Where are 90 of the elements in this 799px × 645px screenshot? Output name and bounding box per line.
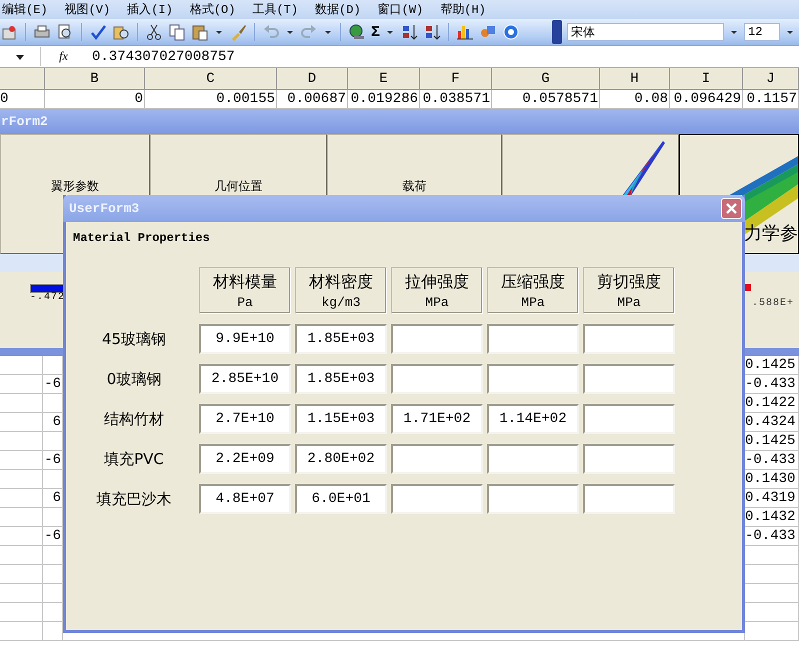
value-field[interactable] [583,404,675,434]
value-field[interactable] [487,324,579,354]
close-button[interactable] [721,198,742,219]
close-icon [725,202,738,215]
table-cell: 0 [0,90,45,108]
column-unit: kg/m3 [321,294,360,310]
value-field[interactable] [583,324,675,354]
sort-ascending-icon[interactable] [400,23,418,41]
table-cell: 0.096429 [670,90,743,108]
value-field[interactable] [583,364,675,394]
help-icon[interactable] [502,23,520,41]
row-label: 填充PVC [103,448,165,470]
value-field[interactable] [487,364,579,394]
column-header[interactable]: I [670,68,743,89]
column-header[interactable]: G [492,68,600,89]
function-label[interactable]: fx [41,49,86,64]
table-cell: 0.0578571 [492,90,600,108]
menu-item[interactable]: 插入(I) [125,1,175,18]
bar-chart-icon[interactable] [456,23,474,41]
value-field[interactable] [391,444,483,474]
value-field[interactable] [391,324,483,354]
menu-item[interactable]: 格式(O) [188,1,238,18]
menu-item[interactable]: 帮助(H) [438,1,488,18]
table-cell: 0.08 [600,90,670,108]
column-unit: MPa [521,294,545,310]
value-field[interactable]: 1.85E+03 [295,364,387,394]
column-header[interactable]: H [600,68,670,89]
value-field[interactable] [391,484,483,514]
row-label: 45玻璃钢 [100,328,168,350]
legend-swatch [30,284,66,293]
value-field[interactable]: 1.85E+03 [295,324,387,354]
legend-label: -.472 [30,292,66,303]
font-size-field[interactable]: 12 [744,23,780,41]
value-field[interactable]: 6.0E+01 [295,484,387,514]
table-cell: 0.019286 [348,90,420,108]
column-header[interactable]: C [145,68,277,89]
column-header[interactable]: J [743,68,799,89]
column-name: 材料密度 [309,272,373,292]
menu-item[interactable]: 工具(T) [250,1,300,18]
menu-item[interactable]: 视图(V) [62,1,112,18]
column-unit: MPa [617,294,641,310]
value-field[interactable]: 1.71E+02 [391,404,483,434]
row-label: 结构竹材 [103,408,165,430]
column-name: 压缩强度 [501,272,565,292]
value-field[interactable]: 2.80E+02 [295,444,387,474]
sum-button[interactable]: Σ [371,24,380,40]
table-cell: 0.00155 [145,90,277,108]
table-cell: 0.00687 [277,90,348,108]
value-field[interactable]: 4.8E+07 [199,484,291,514]
column-name: 材料模量 [213,272,277,292]
globe-icon[interactable] [348,23,366,41]
column-header[interactable]: E [348,68,420,89]
row-label: 填充巴沙木 [96,488,172,510]
copy-icon[interactable] [168,23,186,41]
value-field[interactable]: 1.14E+02 [487,404,579,434]
formula-field[interactable]: 0.374307027008757 [86,48,235,64]
menu-item[interactable]: 编辑(E) [0,1,50,18]
column-header[interactable]: F [420,68,492,89]
value-field[interactable]: 1.15E+03 [295,404,387,434]
value-field[interactable]: 2.2E+09 [199,444,291,474]
menu-item[interactable]: 窗口(W) [376,1,426,18]
menu-item[interactable]: 数据(D) [313,1,363,18]
column-name: 拉伸强度 [405,272,469,292]
sort-descending-icon[interactable] [423,23,442,41]
column-name: 剪切强度 [597,272,661,292]
font-name-field[interactable]: 宋体 [567,23,724,41]
value-field[interactable] [583,444,675,474]
window-title: rForm2 [0,109,799,134]
paste-icon[interactable] [191,23,209,41]
spelling-icon[interactable] [89,23,107,41]
value-field[interactable] [487,444,579,474]
column-header[interactable]: B [45,68,145,89]
cut-icon[interactable] [145,23,163,41]
column-unit: Pa [237,294,253,310]
window-title: UserForm3 [69,201,140,216]
value-field[interactable]: 9.9E+10 [199,324,291,354]
value-field[interactable] [391,364,483,394]
value-field[interactable]: 2.85E+10 [199,364,291,394]
legend-swatch [745,284,751,291]
table-cell: 0 [45,90,145,108]
button-label: 力学参 [744,222,798,245]
row-label: 0玻璃钢 [106,368,162,390]
value-field[interactable]: 2.7E+10 [199,404,291,434]
table-cell: 0.1157 [743,90,799,108]
value-field[interactable] [583,484,675,514]
table-cell: 0.038571 [420,90,492,108]
value-field[interactable] [487,484,579,514]
legend-label: .588E+ [752,298,794,309]
column-header[interactable]: D [277,68,348,89]
column-unit: MPa [425,294,449,310]
